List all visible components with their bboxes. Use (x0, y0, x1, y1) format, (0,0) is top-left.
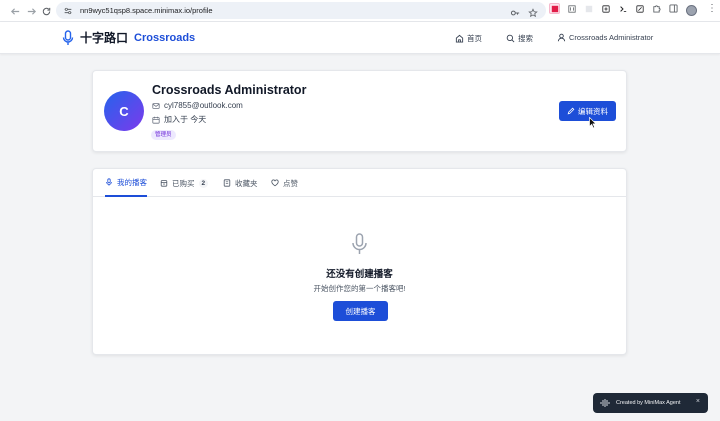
key-icon[interactable] (510, 5, 520, 23)
extension-icon[interactable] (566, 3, 577, 14)
bag-icon (160, 180, 168, 187)
bookmark-star-icon[interactable] (528, 5, 538, 23)
nav-home-label: 首页 (467, 34, 482, 43)
pencil-icon (567, 107, 575, 115)
empty-state-title: 还没有创建播客 (326, 269, 393, 280)
logo-text-en: Crossroads (134, 31, 196, 44)
tab-bar: 我的播客 已购买 2 收藏夹 点赞 (93, 169, 626, 197)
mouse-cursor-icon (589, 117, 597, 129)
logo-text-cn: 十字路口 (80, 31, 129, 45)
email-row: cyl7855@outlook.com (152, 101, 243, 110)
bookmark-icon (223, 179, 231, 187)
profile-card: C Crossroads Administrator cyl7855@outlo… (92, 70, 627, 152)
user-icon (557, 33, 566, 42)
tab-favorites[interactable]: 收藏夹 (223, 169, 258, 197)
edit-profile-button[interactable]: 编辑资料 (559, 101, 616, 121)
tab-label: 已购买 (172, 178, 195, 188)
browser-profile-avatar[interactable] (686, 5, 697, 16)
minimax-logo-icon (600, 399, 610, 407)
empty-state-subtitle: 开始创作您的第一个播客吧! (313, 284, 406, 293)
extension-icon[interactable] (600, 3, 611, 14)
nav-home[interactable]: 首页 (455, 33, 482, 44)
create-podcast-button[interactable]: 创建播客 (333, 301, 388, 321)
count-badge: 2 (198, 178, 209, 188)
agent-toast: Created by MiniMax Agent × (593, 393, 708, 413)
site-header: 十字路口 Crossroads 首页 搜索 Crossroads Adminis… (0, 22, 720, 54)
toast-text: Created by MiniMax Agent (616, 400, 681, 406)
close-icon[interactable]: × (696, 398, 700, 405)
mic-icon (62, 29, 74, 45)
calendar-icon (152, 116, 160, 124)
tab-label: 收藏夹 (235, 178, 258, 188)
url-text: nn9wyc51qsp8.space.minimax.io/profile (80, 6, 213, 15)
search-icon (506, 34, 515, 43)
role-badge: 管理员 (151, 130, 176, 140)
edit-profile-label: 编辑资料 (578, 106, 608, 116)
extension-icon[interactable] (634, 3, 645, 14)
joined-row: 加入于 今天 (152, 114, 206, 125)
sidepanel-icon[interactable] (668, 3, 679, 14)
avatar: C (104, 91, 144, 131)
heart-icon (271, 179, 279, 187)
reload-icon[interactable] (37, 2, 55, 20)
content-card: 我的播客 已购买 2 收藏夹 点赞 还没有创建播客 开始创作您的第一个播客吧! … (92, 168, 627, 355)
extension-icon[interactable] (617, 3, 628, 14)
mail-icon (152, 102, 160, 109)
nav-search-label: 搜索 (518, 34, 533, 43)
tab-my-podcasts[interactable]: 我的播客 (105, 169, 147, 197)
site-info-icon[interactable] (62, 5, 74, 17)
mic-icon (352, 233, 367, 254)
address-bar[interactable]: nn9wyc51qsp8.space.minimax.io/profile (56, 2, 546, 19)
extension-icon[interactable] (583, 3, 594, 14)
browser-menu-icon[interactable]: ⋮ (707, 4, 717, 14)
puzzle-icon[interactable] (651, 3, 662, 14)
tab-label: 我的播客 (117, 177, 147, 187)
site-logo[interactable]: 十字路口 Crossroads (62, 29, 195, 46)
browser-toolbar: nn9wyc51qsp8.space.minimax.io/profile ⋮ (0, 0, 720, 22)
profile-joined: 加入于 今天 (164, 115, 207, 124)
profile-email: cyl7855@outlook.com (164, 101, 243, 110)
mic-icon (106, 178, 112, 186)
tab-purchased[interactable]: 已购买 2 (160, 169, 209, 197)
nav-user-label: Crossroads Administrator (569, 33, 654, 42)
nav-user[interactable]: Crossroads Administrator (557, 33, 653, 42)
extension-icon[interactable] (549, 3, 560, 14)
home-icon (455, 34, 464, 43)
nav-search[interactable]: 搜索 (506, 33, 533, 44)
tab-likes[interactable]: 点赞 (271, 169, 298, 197)
profile-name: Crossroads Administrator (152, 83, 307, 97)
extensions-bar (549, 3, 679, 14)
tab-label: 点赞 (283, 178, 298, 188)
